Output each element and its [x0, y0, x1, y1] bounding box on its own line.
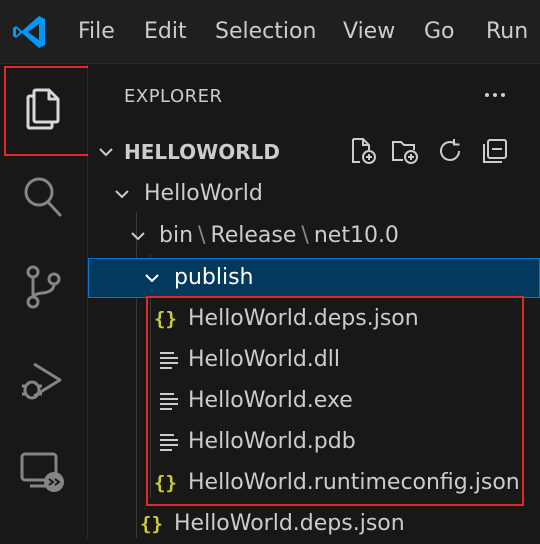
vscode-logo-icon [13, 16, 45, 48]
menu-run[interactable]: Run [486, 0, 528, 64]
workspace-root-label: HELLOWORLD [124, 140, 280, 164]
remote-explorer-activity-button[interactable] [18, 446, 68, 496]
run-debug-activity-button[interactable] [18, 356, 68, 406]
explorer-highlight-box [4, 66, 94, 156]
menu-file[interactable]: File [78, 0, 115, 64]
new-folder-icon [392, 141, 418, 164]
new-file-icon [352, 138, 376, 164]
menu-go[interactable]: Go [424, 0, 455, 64]
workspace-root-row[interactable]: HELLOWORLD [88, 132, 540, 172]
folder-row-compact-path[interactable]: bin \ Release \ net10.0 [88, 216, 540, 256]
collapse-all-icon [483, 139, 507, 163]
folder-label: HelloWorld [144, 181, 263, 206]
new-file-button[interactable] [348, 136, 378, 166]
explorer-sidebar: EXPLORER HELLOWORLD HelloWorld bin \ Rel… [88, 64, 540, 538]
path-segment-bin[interactable]: bin [159, 223, 193, 248]
path-segment-release[interactable]: Release [210, 223, 296, 248]
publish-files-highlight-box [146, 296, 524, 506]
activity-bar [0, 64, 94, 538]
source-control-icon [26, 265, 61, 309]
chevron-down-icon [128, 226, 148, 246]
path-segment-net[interactable]: net10.0 [314, 223, 399, 248]
chevron-down-icon [96, 142, 116, 162]
new-folder-button[interactable] [390, 136, 420, 166]
json-icon: {} [140, 513, 163, 535]
search-activity-button[interactable] [18, 172, 68, 222]
file-label: HelloWorld.deps.json [174, 511, 405, 536]
refresh-icon [440, 139, 460, 161]
remote-explorer-icon [20, 452, 64, 492]
compact-folder-path: bin \ Release \ net10.0 [159, 223, 399, 248]
chevron-down-icon [112, 184, 132, 204]
menu-selection[interactable]: Selection [215, 0, 316, 64]
file-row[interactable]: {} HelloWorld.deps.json [88, 504, 540, 544]
folder-label: publish [174, 265, 254, 290]
more-actions-icon[interactable] [480, 82, 510, 108]
run-debug-icon [22, 362, 62, 400]
chevron-down-icon [142, 268, 162, 288]
explorer-title: EXPLORER [124, 86, 223, 107]
search-icon [24, 177, 62, 217]
menu-edit[interactable]: Edit [144, 0, 187, 64]
source-control-activity-button[interactable] [18, 262, 68, 312]
menu-view[interactable]: View [343, 0, 395, 64]
collapse-all-button[interactable] [480, 136, 510, 166]
refresh-button[interactable] [435, 136, 465, 166]
title-bar: File Edit Selection View Go Run [0, 0, 540, 64]
folder-row-publish[interactable]: publish [88, 258, 540, 298]
folder-row-helloworld[interactable]: HelloWorld [88, 174, 540, 214]
